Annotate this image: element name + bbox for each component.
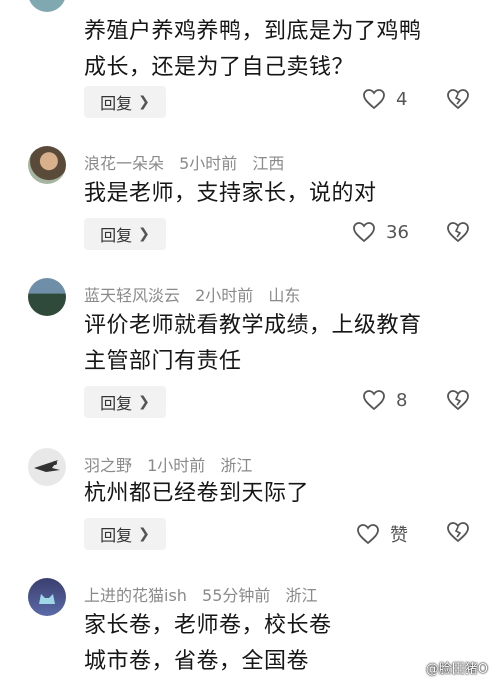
like-button[interactable]: 赞 [356, 521, 408, 547]
location: 江西 [252, 154, 285, 173]
dislike-button[interactable] [445, 521, 471, 547]
reply-button[interactable]: 回复 ❯ [84, 386, 166, 418]
comment-text-line: 城市卷，省卷，全国卷 [84, 649, 310, 674]
reply-label: 回复 [100, 226, 133, 245]
watermark-text: @脸田猪O [425, 662, 488, 677]
chevron-right-icon: ❯ [138, 94, 150, 110]
like-button[interactable]: 4 [362, 88, 407, 110]
timestamp: 55分钟前 [202, 586, 271, 605]
heart-outline-icon [363, 390, 385, 411]
broken-heart-icon [447, 222, 469, 243]
broken-heart-icon [447, 89, 469, 110]
reply-label: 回复 [100, 94, 133, 113]
heart-outline-icon [353, 222, 375, 243]
cat-icon [39, 594, 55, 604]
username[interactable]: 浪花一朵朵 [84, 154, 164, 173]
broken-heart-icon [447, 390, 469, 411]
like-count: 36 [386, 221, 409, 243]
avatar[interactable] [28, 146, 66, 184]
comment-text-line: 杭州都已经卷到天际了 [84, 481, 310, 506]
location: 浙江 [220, 456, 253, 475]
comment-meta: 上进的花猫ish 55分钟前 浙江 [84, 582, 328, 606]
reply-button[interactable]: 回复 ❯ [84, 218, 166, 250]
location: 山东 [268, 286, 301, 305]
comment-text-line: 我是老师，支持家长，说的对 [84, 181, 377, 206]
dislike-button[interactable] [445, 389, 471, 415]
comment-text-line: 养殖户养鸡养鸭，到底是为了鸡鸭 [84, 19, 422, 44]
reply-label: 回复 [100, 394, 133, 413]
timestamp: 2小时前 [195, 286, 254, 305]
like-count: 8 [396, 389, 408, 411]
broken-heart-icon [447, 522, 469, 543]
username[interactable]: 上进的花猫ish [84, 586, 187, 605]
username[interactable]: 羽之野 [84, 456, 132, 475]
avatar[interactable] [28, 448, 66, 486]
dislike-button[interactable] [445, 88, 471, 114]
like-button[interactable]: 8 [362, 389, 407, 411]
bird-icon [34, 460, 60, 472]
chevron-right-icon: ❯ [138, 526, 150, 542]
location: 浙江 [285, 586, 318, 605]
reply-button[interactable]: 回复 ❯ [84, 518, 166, 550]
reply-label: 回复 [100, 526, 133, 545]
avatar[interactable] [28, 0, 66, 12]
reply-button[interactable]: 回复 ❯ [84, 86, 166, 118]
comment-meta: 蓝天轻风淡云 2小时前 山东 [84, 282, 310, 306]
comment-text-line: 家长卷，老师卷，校长卷 [84, 613, 332, 638]
comment-meta: 羽之野 1小时前 浙江 [84, 452, 262, 476]
comment-text-line: 评价老师就看教学成绩，上级教育 [84, 313, 422, 338]
heart-outline-icon [363, 89, 385, 110]
comment-meta: 浪花一朵朵 5小时前 江西 [84, 150, 294, 174]
like-button[interactable]: 36 [352, 221, 409, 243]
comment-text-line: 成长，还是为了自己卖钱？ [84, 55, 355, 80]
like-count: 赞 [390, 525, 408, 546]
watermark: @脸田猪O [426, 658, 488, 677]
timestamp: 1小时前 [147, 456, 206, 475]
avatar[interactable] [28, 578, 66, 616]
chevron-right-icon: ❯ [138, 394, 150, 410]
username[interactable]: 蓝天轻风淡云 [84, 286, 180, 305]
chevron-right-icon: ❯ [138, 226, 150, 242]
like-count: 4 [396, 88, 408, 110]
heart-outline-icon [357, 524, 379, 545]
comment-text-line: 主管部门有责任 [84, 349, 242, 374]
dislike-button[interactable] [445, 221, 471, 247]
avatar[interactable] [28, 278, 66, 316]
timestamp: 5小时前 [179, 154, 238, 173]
